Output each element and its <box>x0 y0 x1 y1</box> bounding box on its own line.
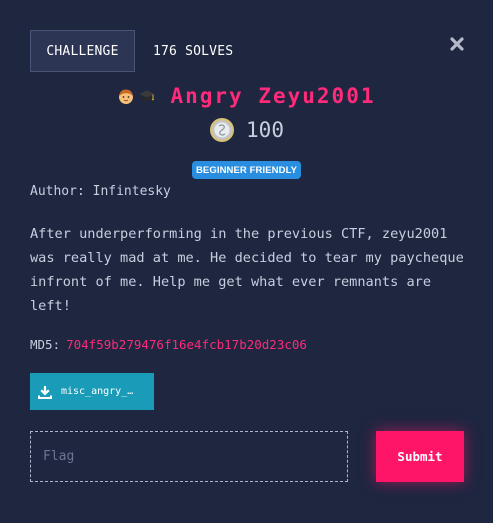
author-text: Author: Infintesky <box>30 184 171 199</box>
difficulty-badge: BEGINNER FRIENDLY <box>192 161 301 179</box>
download-file-button[interactable]: misc_angry_… <box>30 373 154 410</box>
download-file-label: misc_angry_… <box>61 386 134 397</box>
submit-button[interactable]: Submit <box>376 431 464 482</box>
md5-value: 704f59b279476f16e4fcb17b20d23c06 <box>66 337 307 352</box>
flag-input[interactable] <box>30 431 348 482</box>
close-icon[interactable] <box>448 35 466 53</box>
md5-line: MD5: 704f59b279476f16e4fcb17b20d23c06 <box>30 337 307 352</box>
challenge-title: Angry Zeyu2001 <box>170 84 376 108</box>
coin-icon <box>210 118 235 142</box>
download-icon <box>38 385 52 399</box>
challenge-description: After underperforming in the previous CT… <box>30 226 464 314</box>
points-row: 100 <box>0 117 493 143</box>
points-value: 100 <box>246 118 284 142</box>
md5-label: MD5: <box>30 337 61 352</box>
solves-count: 176 SOLVES <box>153 44 234 59</box>
challenge-tab-button[interactable]: CHALLENGE <box>30 30 135 72</box>
graduation-cap-icon <box>139 90 156 101</box>
challenge-title-row: Angry Zeyu2001 <box>0 84 493 108</box>
boy-icon <box>119 89 134 104</box>
